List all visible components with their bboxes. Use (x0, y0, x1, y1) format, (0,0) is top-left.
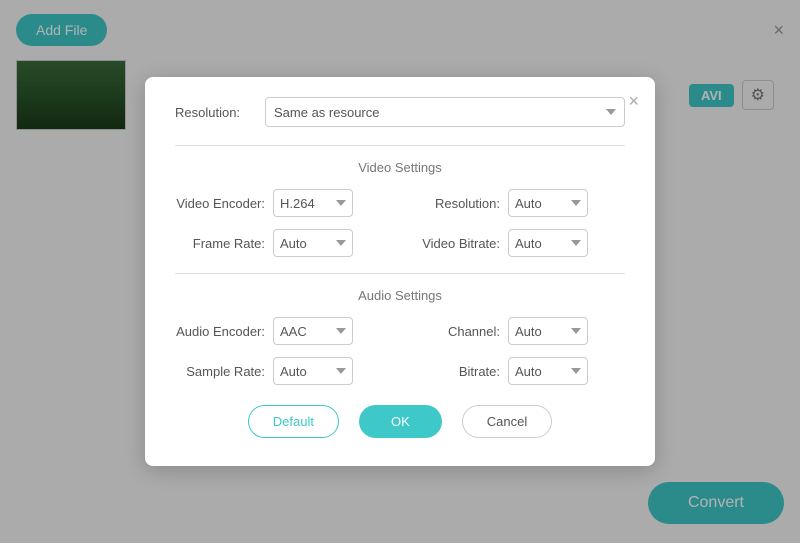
channel-label: Channel: (410, 324, 500, 339)
video-bitrate-label: Video Bitrate: (410, 236, 500, 251)
divider-1 (175, 145, 625, 146)
video-bitrate-row: Video Bitrate: Auto (410, 229, 625, 257)
audio-encoder-label: Audio Encoder: (175, 324, 265, 339)
video-resolution-select[interactable]: Auto (508, 189, 588, 217)
ok-button[interactable]: OK (359, 405, 442, 438)
video-resolution-label: Resolution: (410, 196, 500, 211)
frame-rate-select[interactable]: Auto (273, 229, 353, 257)
bitrate-label: Bitrate: (410, 364, 500, 379)
audio-encoder-select[interactable]: AAC (273, 317, 353, 345)
sample-rate-label: Sample Rate: (175, 364, 265, 379)
channel-select[interactable]: Auto (508, 317, 588, 345)
top-resolution-row: Resolution: Same as resource (175, 97, 625, 127)
app-background: Add File × AVI ⚙ ▶ MP... W... (0, 0, 800, 543)
video-settings-title: Video Settings (175, 160, 625, 175)
video-settings-grid: Video Encoder: H.264 Resolution: Auto Fr… (175, 189, 625, 257)
cancel-button[interactable]: Cancel (462, 405, 552, 438)
frame-rate-row: Frame Rate: Auto (175, 229, 390, 257)
audio-encoder-row: Audio Encoder: AAC (175, 317, 390, 345)
divider-2 (175, 273, 625, 274)
bitrate-select[interactable]: Auto (508, 357, 588, 385)
modal-buttons: Default OK Cancel (175, 405, 625, 438)
video-resolution-row: Resolution: Auto (410, 189, 625, 217)
top-resolution-label: Resolution: (175, 105, 255, 120)
video-encoder-label: Video Encoder: (175, 196, 265, 211)
audio-settings-title: Audio Settings (175, 288, 625, 303)
sample-rate-row: Sample Rate: Auto (175, 357, 390, 385)
video-bitrate-select[interactable]: Auto (508, 229, 588, 257)
settings-modal: × Resolution: Same as resource Video Set… (145, 77, 655, 466)
sample-rate-select[interactable]: Auto (273, 357, 353, 385)
video-encoder-select[interactable]: H.264 (273, 189, 353, 217)
frame-rate-label: Frame Rate: (175, 236, 265, 251)
bitrate-row: Bitrate: Auto (410, 357, 625, 385)
default-button[interactable]: Default (248, 405, 339, 438)
channel-row: Channel: Auto (410, 317, 625, 345)
modal-overlay: × Resolution: Same as resource Video Set… (0, 0, 800, 543)
video-encoder-row: Video Encoder: H.264 (175, 189, 390, 217)
top-resolution-select[interactable]: Same as resource (265, 97, 625, 127)
modal-close-button[interactable]: × (628, 91, 639, 112)
audio-settings-grid: Audio Encoder: AAC Channel: Auto Sample … (175, 317, 625, 385)
